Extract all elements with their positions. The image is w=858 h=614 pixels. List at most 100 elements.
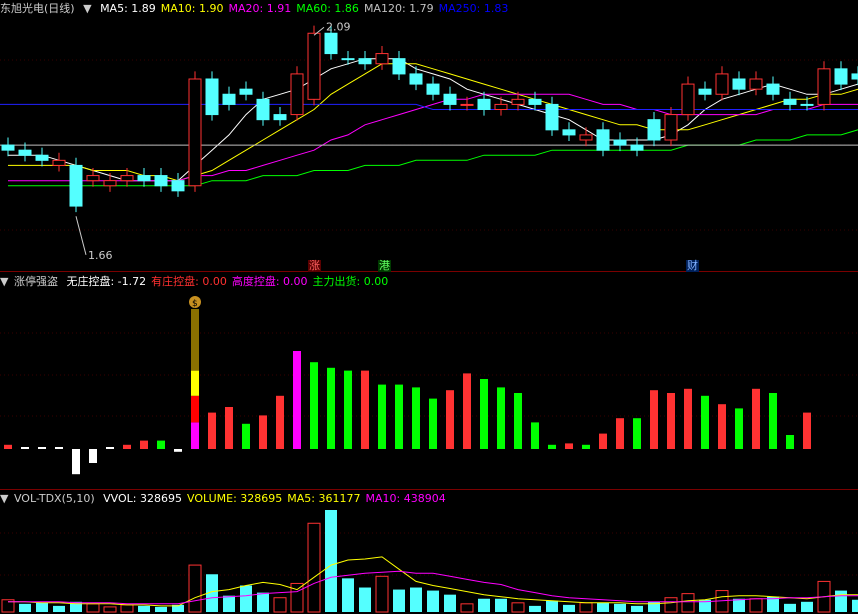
indicator-bar[interactable] [463, 373, 471, 449]
indicator-bar-stacked[interactable] [191, 422, 199, 449]
candle[interactable] [647, 119, 661, 141]
volume-bar[interactable] [120, 604, 134, 613]
volume-bar[interactable] [155, 606, 167, 612]
indicator-bar[interactable] [735, 408, 743, 449]
indicator-bar[interactable] [650, 390, 658, 449]
tag-limit-up[interactable]: 涨 [308, 260, 321, 272]
candle[interactable] [205, 78, 219, 116]
candle[interactable] [715, 73, 729, 95]
volume-bar[interactable] [393, 589, 405, 612]
volume-bar[interactable] [478, 598, 490, 612]
indicator-bar[interactable] [208, 412, 216, 449]
candle[interactable] [35, 154, 49, 161]
indicator-bar[interactable] [565, 443, 573, 449]
volume-bar[interactable] [852, 599, 858, 612]
indicator-bar[interactable] [123, 444, 131, 449]
indicator-bar[interactable] [446, 390, 454, 449]
indicator-bar-stacked[interactable] [191, 370, 199, 396]
candle[interactable] [375, 53, 389, 65]
indicator-bar[interactable] [310, 362, 318, 449]
volume-bar[interactable] [563, 604, 575, 612]
candle[interactable] [103, 180, 117, 187]
indicator-bar[interactable] [429, 398, 437, 449]
candle[interactable] [273, 114, 287, 121]
volume-bar[interactable] [427, 590, 439, 612]
volume-bar[interactable] [597, 602, 609, 612]
candle[interactable] [69, 164, 83, 207]
volume-bar[interactable] [223, 595, 235, 612]
candle[interactable] [817, 68, 831, 105]
indicator-bar[interactable] [55, 447, 63, 449]
indicator-bar-stacked[interactable] [191, 395, 199, 423]
indicator-bar[interactable] [140, 440, 148, 449]
volume-bar[interactable] [664, 597, 678, 613]
candle[interactable] [800, 103, 814, 106]
indicator-bar[interactable] [38, 447, 46, 449]
candle[interactable] [732, 78, 746, 90]
indicator-bar[interactable] [752, 388, 760, 449]
indicator-bar[interactable] [718, 404, 726, 449]
volume-bar[interactable] [359, 587, 371, 612]
candle[interactable] [834, 68, 848, 85]
volume-bar[interactable] [546, 600, 558, 612]
indicator-bar[interactable] [344, 370, 352, 449]
candle[interactable] [681, 83, 695, 116]
tag-financial-report[interactable]: 财 [686, 260, 699, 272]
indicator-bar[interactable] [684, 388, 692, 449]
volume-bar[interactable] [325, 510, 337, 612]
volume-bar[interactable] [103, 606, 117, 613]
indicator-dropdown-icon[interactable]: ▼ [0, 275, 8, 288]
indicator-bar[interactable] [599, 433, 607, 449]
candle[interactable] [443, 93, 457, 105]
volume-bar[interactable] [495, 598, 507, 612]
volume-bar[interactable] [784, 603, 796, 612]
volume-bar[interactable] [681, 593, 695, 613]
volume-bar[interactable] [801, 601, 813, 612]
volume-bar[interactable] [749, 598, 763, 613]
indicator-bar[interactable] [633, 418, 641, 449]
volume-bar[interactable] [53, 605, 65, 612]
volume-bar[interactable] [138, 605, 150, 612]
candle[interactable] [749, 78, 763, 90]
candle[interactable] [239, 88, 253, 95]
candle[interactable] [52, 159, 66, 166]
candle[interactable] [511, 98, 525, 105]
indicator-bar[interactable] [72, 449, 80, 475]
candle[interactable] [409, 73, 423, 85]
volume-bar[interactable] [342, 578, 354, 612]
candle[interactable] [460, 103, 474, 106]
candle[interactable] [307, 32, 321, 100]
volume-bar[interactable] [257, 592, 269, 612]
volume-bar[interactable] [631, 605, 643, 612]
volume-bar[interactable] [835, 590, 847, 612]
indicator-bar[interactable] [276, 395, 284, 449]
volume-bar[interactable] [273, 597, 287, 613]
candle[interactable] [154, 175, 168, 187]
candle[interactable] [1, 144, 15, 151]
volume-bar[interactable] [86, 603, 100, 613]
indicator-bar[interactable] [395, 384, 403, 449]
indicator-bar[interactable] [786, 435, 794, 449]
candle[interactable] [18, 149, 32, 156]
candle[interactable] [477, 98, 491, 111]
indicator-bar[interactable] [514, 393, 522, 449]
candle[interactable] [188, 78, 202, 187]
volume-bar[interactable] [444, 594, 456, 612]
indicator-bar[interactable] [412, 387, 420, 449]
volume-dropdown-icon[interactable]: ▼ [0, 492, 8, 505]
indicator-bar[interactable] [548, 444, 556, 449]
candle[interactable] [494, 103, 508, 110]
candle[interactable] [341, 58, 355, 61]
indicator-bar[interactable] [480, 379, 488, 449]
indicator-bar[interactable] [497, 387, 505, 449]
candle[interactable] [256, 98, 270, 121]
volume-bar[interactable] [290, 582, 304, 613]
candle[interactable] [851, 73, 858, 80]
indicator-bar[interactable] [242, 423, 250, 449]
indicator-bar[interactable] [531, 422, 539, 449]
candle[interactable] [545, 103, 559, 131]
indicator-bar[interactable] [106, 447, 114, 449]
candle[interactable] [171, 180, 185, 192]
candle[interactable] [290, 73, 304, 116]
candle[interactable] [783, 98, 797, 105]
